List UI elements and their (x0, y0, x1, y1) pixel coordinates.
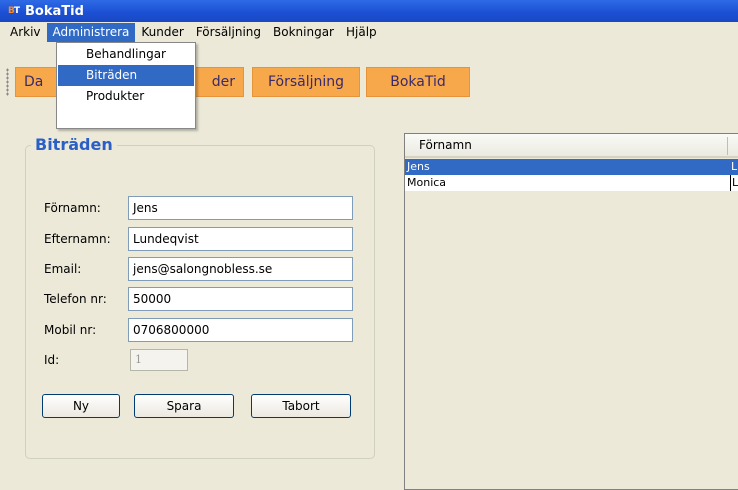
toolbar-button-bokatid[interactable]: BokaTid (366, 67, 470, 97)
cell-efternamn: L (731, 160, 738, 173)
menu-bokningar[interactable]: Bokningar (267, 23, 340, 42)
dropdown-item-behandlingar[interactable]: Behandlingar (58, 44, 194, 65)
groupbox-title: Biträden (31, 135, 117, 154)
dropdown-item-bitraden[interactable]: Biträden (58, 65, 194, 86)
column-separator[interactable] (727, 137, 728, 155)
menu-hjalp[interactable]: Hjälp (340, 23, 383, 42)
menu-bar: Arkiv Administrera Kunder Försäljning Bo… (0, 22, 738, 42)
column-header-fornamn[interactable]: Förnamn (419, 138, 472, 152)
cell-fornamn: Monica (407, 176, 447, 189)
input-fornamn[interactable]: Jens (128, 196, 353, 220)
save-button[interactable]: Spara (134, 394, 234, 418)
cell-fornamn: Jens (407, 160, 430, 173)
input-mobil[interactable]: 0706800000 (128, 318, 353, 342)
menu-forsaljning[interactable]: Försäljning (190, 23, 267, 42)
label-id: Id: (44, 353, 60, 367)
label-email: Email: (44, 262, 82, 276)
menu-arkiv[interactable]: Arkiv (4, 23, 47, 42)
menu-administrera[interactable]: Administrera (46, 22, 136, 42)
table-row[interactable]: Monica L (405, 175, 738, 191)
table-row[interactable]: Jens L (405, 159, 738, 175)
delete-button[interactable]: Tabort (251, 394, 351, 418)
window-title: BokaTid (25, 3, 84, 19)
label-fornamn: Förnamn: (44, 201, 101, 215)
toolbar-button-dagbok[interactable]: Da (15, 67, 59, 97)
menu-kunder[interactable]: Kunder (135, 23, 189, 42)
label-efternamn: Efternamn: (44, 232, 111, 246)
input-telefon[interactable]: 50000 (128, 287, 353, 311)
dropdown-item-produkter[interactable]: Produkter (58, 86, 194, 107)
toolbar-button-forsaljning[interactable]: Försäljning (252, 67, 360, 97)
label-telefon: Telefon nr: (44, 292, 107, 306)
title-bar[interactable]: BT BokaTid (0, 0, 738, 22)
input-email[interactable]: jens@salongnobless.se (128, 257, 353, 281)
toolbar-grip[interactable] (6, 68, 9, 96)
input-efternamn[interactable]: Lundeqvist (128, 227, 353, 251)
app-logo-icon: BT (7, 6, 20, 16)
table-header: Förnamn (405, 134, 738, 158)
administrera-dropdown: Behandlingar Biträden Produkter (56, 42, 196, 129)
input-id: 1 (130, 349, 188, 371)
cell-efternamn: L (730, 175, 738, 191)
new-button[interactable]: Ny (42, 394, 120, 418)
label-mobil: Mobil nr: (44, 323, 97, 337)
